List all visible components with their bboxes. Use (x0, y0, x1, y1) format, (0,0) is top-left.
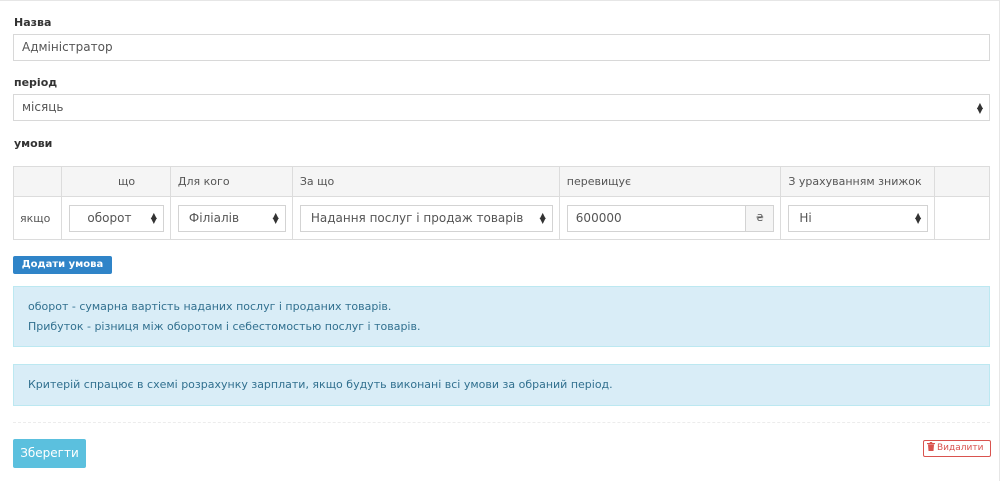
for-whom-select[interactable]: Філіалів ▲ ▼ (177, 204, 286, 232)
info-note: Критерій спрацює в схемі розрахунку зарп… (13, 364, 990, 406)
for-whom-value: Філіалів (188, 210, 240, 225)
divider (13, 422, 990, 423)
header-cell (13, 166, 62, 197)
currency-addon: ₴ (745, 204, 775, 232)
period-value: місяць (22, 100, 64, 114)
row-actions-cell (934, 196, 990, 240)
header-cell (934, 166, 990, 197)
save-button[interactable]: Зберегти (13, 439, 86, 468)
name-value: Адміністратор (22, 40, 113, 54)
criterion-form: Назва Адміністратор період місяць ▲ ▼ умо… (0, 0, 1000, 481)
name-input[interactable]: Адміністратор (13, 34, 990, 61)
period-label: період (14, 76, 58, 89)
row-prefix: якщо (13, 196, 62, 240)
header-cell-discounts: З урахуванням знижок (780, 166, 936, 197)
table-header-row: що Для кого За що перевищує З урахування… (13, 166, 990, 197)
sort-arrows-icon: ▲ ▼ (976, 100, 983, 115)
period-select[interactable]: місяць ▲ ▼ (13, 94, 990, 121)
delete-label: Видалити (937, 443, 984, 453)
conditions-label: умови (14, 137, 53, 150)
sort-arrows-icon: ▲ ▼ (272, 211, 279, 225)
trash-icon (927, 442, 935, 451)
header-cell-what: що (60, 166, 171, 197)
discounts-value: Ні (799, 210, 812, 225)
sort-arrows-icon: ▲ ▼ (150, 211, 157, 225)
exceeds-value: 600000 (575, 210, 622, 225)
add-condition-button[interactable]: Додати умова (13, 256, 112, 274)
sort-arrows-icon: ▲ ▼ (539, 211, 546, 225)
what-value: оборот (87, 210, 132, 225)
for-what-value: Надання послуг і продаж товарів (310, 210, 524, 225)
discounts-select[interactable]: Ні ▲ ▼ (788, 204, 929, 232)
info-line-turnover: оборот - сумарна вартість наданих послуг… (28, 300, 392, 313)
info-definitions: оборот - сумарна вартість наданих послуг… (13, 286, 990, 347)
header-cell-for-whom: Для кого (169, 166, 293, 197)
table-row: якщо оборот ▲ ▼ Філіалів ▲ ▼ Надання послу (13, 196, 990, 240)
exceeds-input-group: 600000 ₴ (566, 204, 775, 232)
name-label: Назва (14, 16, 52, 29)
info-line-profit: Прибуток - різниця між оборотом і себест… (28, 320, 421, 333)
header-cell-exceeds: перевищує (558, 166, 782, 197)
sort-arrows-icon: ▲ ▼ (914, 211, 922, 225)
header-cell-for-what: За що (291, 166, 560, 197)
what-select[interactable]: оборот ▲ ▼ (68, 204, 164, 232)
conditions-table: що Для кого За що перевищує З урахування… (13, 166, 990, 240)
exceeds-input[interactable]: 600000 (566, 204, 746, 232)
for-what-select[interactable]: Надання послуг і продаж товарів ▲ ▼ (299, 204, 553, 232)
delete-button[interactable]: Видалити (923, 440, 991, 457)
